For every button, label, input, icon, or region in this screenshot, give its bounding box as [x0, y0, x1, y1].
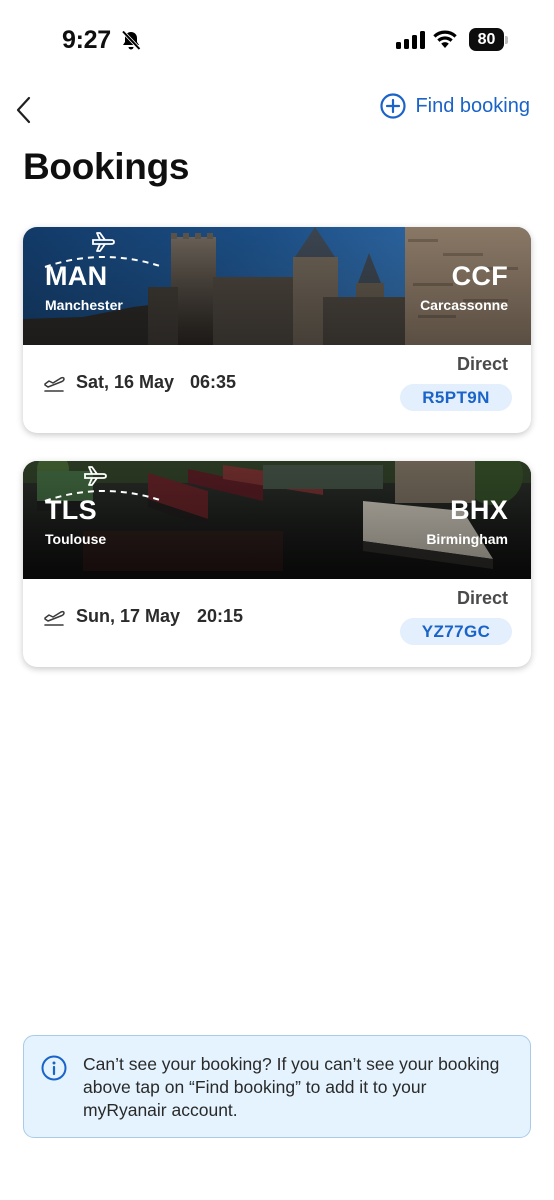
booking-reference-badge: YZ77GC [400, 618, 512, 645]
back-button[interactable] [12, 95, 38, 125]
flight-type: Direct [456, 354, 508, 374]
chevron-left-icon [16, 96, 31, 124]
departure-icon [44, 376, 65, 392]
destination-city: Carcassonne [420, 297, 508, 313]
destination-image: TLS Toulouse BHX Birmingham [23, 461, 531, 579]
booking-details: Sun, 17 May 20:15 Direct YZ77GC [23, 579, 531, 667]
booking-details: Sat, 16 May 06:35 Direct R5PT9N [23, 345, 531, 433]
find-booking-label: Find booking [415, 94, 530, 117]
wifi-icon [432, 28, 458, 54]
plus-circle-icon [380, 93, 407, 119]
destination-code: BHX [450, 495, 508, 525]
booking-card[interactable]: TLS Toulouse BHX Birmingham Sun, 17 May … [23, 461, 531, 667]
status-time: 9:27 [62, 26, 111, 54]
booking-card[interactable]: MAN Manchester CCF Carcassonne Sat, 16 M… [23, 227, 531, 433]
battery-icon: 80 [469, 28, 509, 51]
info-banner-text: Can’t see your booking? If you can’t see… [83, 1054, 500, 1120]
bell-muted-icon [120, 29, 142, 56]
airplane-icon [92, 232, 115, 252]
info-icon [41, 1055, 67, 1081]
departure-date: Sat, 16 May [76, 372, 175, 392]
departure-time: 06:35 [190, 372, 237, 392]
battery-level: 80 [469, 28, 504, 51]
find-booking-button[interactable]: Find booking [380, 93, 530, 119]
page-title: Bookings [23, 146, 190, 187]
booking-reference-badge: R5PT9N [400, 384, 512, 411]
departure-icon [44, 610, 65, 626]
origin-city: Toulouse [45, 531, 107, 547]
info-banner: Can’t see your booking? If you can’t see… [23, 1035, 531, 1138]
destination-image: MAN Manchester CCF Carcassonne [23, 227, 531, 345]
origin-code: MAN [45, 261, 108, 291]
cellular-signal-icon [396, 31, 425, 49]
flight-type: Direct [456, 588, 508, 608]
origin-code: TLS [45, 495, 97, 525]
departure-date: Sun, 17 May [76, 606, 181, 626]
airplane-icon [84, 466, 107, 486]
origin-city: Manchester [45, 297, 123, 313]
destination-code: CCF [451, 261, 508, 291]
status-bar: 9:27 80 [0, 0, 554, 80]
departure-time: 20:15 [197, 606, 244, 626]
destination-city: Birmingham [426, 531, 508, 547]
